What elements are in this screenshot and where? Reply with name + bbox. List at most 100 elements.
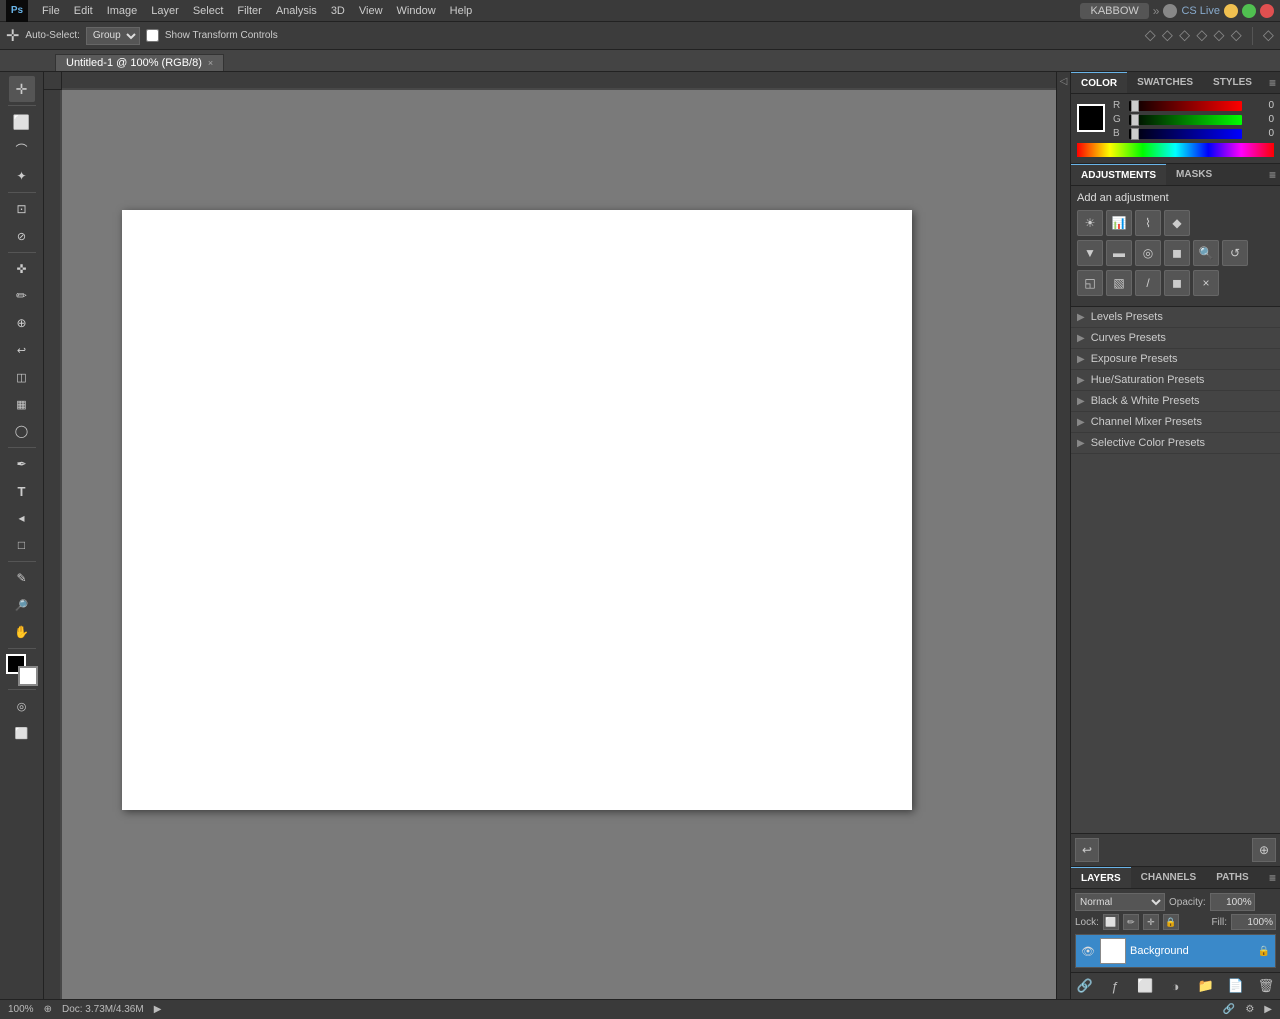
fg-bg-colors[interactable] — [6, 654, 38, 686]
auto-select-dropdown[interactable]: Group Layer — [86, 27, 140, 45]
eraser-tool[interactable]: ◫ — [9, 364, 35, 390]
tab-paths[interactable]: PATHS — [1206, 867, 1258, 888]
move-tool[interactable]: ✛ — [9, 76, 35, 102]
show-transform-checkbox[interactable] — [146, 29, 159, 42]
menu-edit[interactable]: Edit — [68, 3, 99, 19]
green-slider-track[interactable] — [1129, 115, 1242, 125]
color-balance-icon[interactable]: ◎ — [1135, 240, 1161, 266]
path-select-tool[interactable]: ◂ — [9, 505, 35, 531]
tab-adjustments[interactable]: ADJUSTMENTS — [1071, 164, 1166, 185]
brightness-contrast-icon[interactable]: ☀ — [1077, 210, 1103, 236]
workspace-name[interactable]: KABBOW — [1080, 3, 1148, 19]
green-slider-thumb[interactable] — [1131, 114, 1139, 126]
brush-tool[interactable]: ✏ — [9, 283, 35, 309]
align-bottom-icon[interactable]: ⬦ — [1231, 27, 1242, 45]
menu-select[interactable]: Select — [187, 3, 230, 19]
exposure-icon[interactable]: ◆ — [1164, 210, 1190, 236]
presets-return-btn[interactable]: ↩ — [1075, 838, 1099, 862]
threshold-icon[interactable]: / — [1135, 270, 1161, 296]
overflow-icon[interactable]: » — [1153, 4, 1160, 18]
preset-exposure[interactable]: ▶ Exposure Presets — [1071, 349, 1280, 370]
color-swatch[interactable] — [1077, 104, 1105, 132]
preset-selective-color[interactable]: ▶ Selective Color Presets — [1071, 433, 1280, 454]
close-button[interactable] — [1260, 4, 1274, 18]
clone-tool[interactable]: ⊕ — [9, 310, 35, 336]
color-panel-options[interactable]: ≡ — [1269, 76, 1276, 90]
preset-hue-sat[interactable]: ▶ Hue/Saturation Presets — [1071, 370, 1280, 391]
tab-channels[interactable]: CHANNELS — [1131, 867, 1207, 888]
eyedropper-tool[interactable]: ⊘ — [9, 223, 35, 249]
tab-styles[interactable]: STYLES — [1203, 72, 1262, 93]
tab-masks[interactable]: MASKS — [1166, 164, 1222, 185]
lock-all-btn[interactable]: 🔒 — [1163, 914, 1179, 930]
bw-icon[interactable]: ◼ — [1164, 240, 1190, 266]
menu-view[interactable]: View — [353, 3, 389, 19]
align-center-v-icon[interactable]: ⬦ — [1213, 27, 1224, 45]
invert-icon[interactable]: ◱ — [1077, 270, 1103, 296]
adjustments-panel-options[interactable]: ≡ — [1269, 168, 1276, 182]
minimize-button[interactable] — [1224, 4, 1238, 18]
panel-collapse-toggle[interactable]: ◁ — [1056, 72, 1070, 999]
tab-swatches[interactable]: SWATCHES — [1127, 72, 1203, 93]
gradient-map-icon[interactable]: ◼ — [1164, 270, 1190, 296]
blend-mode-select[interactable]: Normal Dissolve Multiply Screen Overlay — [1075, 893, 1165, 911]
align-top-icon[interactable]: ⬦ — [1196, 27, 1207, 45]
red-slider-thumb[interactable] — [1131, 100, 1139, 112]
align-center-h-icon[interactable]: ⬦ — [1162, 27, 1173, 45]
menu-3d[interactable]: 3D — [325, 3, 351, 19]
preset-bw[interactable]: ▶ Black & White Presets — [1071, 391, 1280, 412]
menu-help[interactable]: Help — [444, 3, 479, 19]
posterize-icon[interactable]: ▧ — [1106, 270, 1132, 296]
shape-tool[interactable]: □ — [9, 532, 35, 558]
magic-wand-tool[interactable]: ✦ — [9, 163, 35, 189]
opacity-input[interactable] — [1210, 893, 1255, 911]
status-bar-link-icon[interactable]: 🔗 — [1223, 1004, 1235, 1015]
quick-mask-tool[interactable]: ◎ — [9, 693, 35, 719]
type-tool[interactable]: T — [9, 478, 35, 504]
blue-slider-track[interactable] — [1129, 129, 1242, 139]
vibrance-icon[interactable]: ▼ — [1077, 240, 1103, 266]
tab-color[interactable]: COLOR — [1071, 72, 1127, 93]
marquee-rect-tool[interactable]: ⬜ — [9, 109, 35, 135]
pen-tool[interactable]: ✒ — [9, 451, 35, 477]
red-slider-track[interactable] — [1129, 101, 1242, 111]
heal-tool[interactable]: ✜ — [9, 256, 35, 282]
document-tab-close[interactable]: × — [208, 58, 213, 68]
link-layers-btn[interactable]: 🔗 — [1075, 976, 1095, 996]
channel-mixer-icon[interactable]: ↺ — [1222, 240, 1248, 266]
menu-filter[interactable]: Filter — [231, 3, 267, 19]
dodge-tool[interactable]: ◯ — [9, 418, 35, 444]
levels-icon[interactable]: 📊 — [1106, 210, 1132, 236]
presets-add-btn[interactable]: ⊕ — [1252, 838, 1276, 862]
selective-color-icon[interactable]: × — [1193, 270, 1219, 296]
background-layer[interactable]: 👁 Background 🔒 — [1075, 934, 1276, 968]
menu-window[interactable]: Window — [391, 3, 442, 19]
new-adj-layer-btn[interactable]: ◑ — [1165, 976, 1185, 996]
cs-live-button[interactable]: CS Live — [1181, 5, 1220, 17]
canvas-content[interactable] — [62, 90, 1056, 999]
add-mask-btn[interactable]: ⬜ — [1135, 976, 1155, 996]
lock-transparent-btn[interactable]: ⬜ — [1103, 914, 1119, 930]
menu-analysis[interactable]: Analysis — [270, 3, 323, 19]
preset-channel-mixer[interactable]: ▶ Channel Mixer Presets — [1071, 412, 1280, 433]
background-color[interactable] — [18, 666, 38, 686]
screen-mode-btn[interactable]: ⬜ — [9, 720, 35, 746]
preset-curves[interactable]: ▶ Curves Presets — [1071, 328, 1280, 349]
align-left-icon[interactable]: ⬦ — [1145, 27, 1156, 45]
menu-image[interactable]: Image — [101, 3, 144, 19]
lock-image-btn[interactable]: ✏ — [1123, 914, 1139, 930]
notes-tool[interactable]: ✎ — [9, 565, 35, 591]
zoom-tool[interactable]: 🔎 — [9, 592, 35, 618]
preset-levels[interactable]: ▶ Levels Presets — [1071, 307, 1280, 328]
new-group-btn[interactable]: 📁 — [1196, 976, 1216, 996]
color-spectrum[interactable] — [1077, 143, 1274, 157]
layer-visibility-toggle[interactable]: 👁 — [1080, 943, 1096, 959]
status-bar-scroll-right[interactable]: ▶ — [1264, 1004, 1272, 1015]
lasso-tool[interactable]: ⌒ — [9, 136, 35, 162]
menu-layer[interactable]: Layer — [145, 3, 185, 19]
new-layer-btn[interactable]: 📄 — [1226, 976, 1246, 996]
delete-layer-btn[interactable]: 🗑 — [1256, 976, 1276, 996]
curves-icon[interactable]: ⌇ — [1135, 210, 1161, 236]
crop-tool[interactable]: ⊡ — [9, 196, 35, 222]
status-bar-info-icon[interactable]: ⚙ — [1245, 1004, 1254, 1015]
